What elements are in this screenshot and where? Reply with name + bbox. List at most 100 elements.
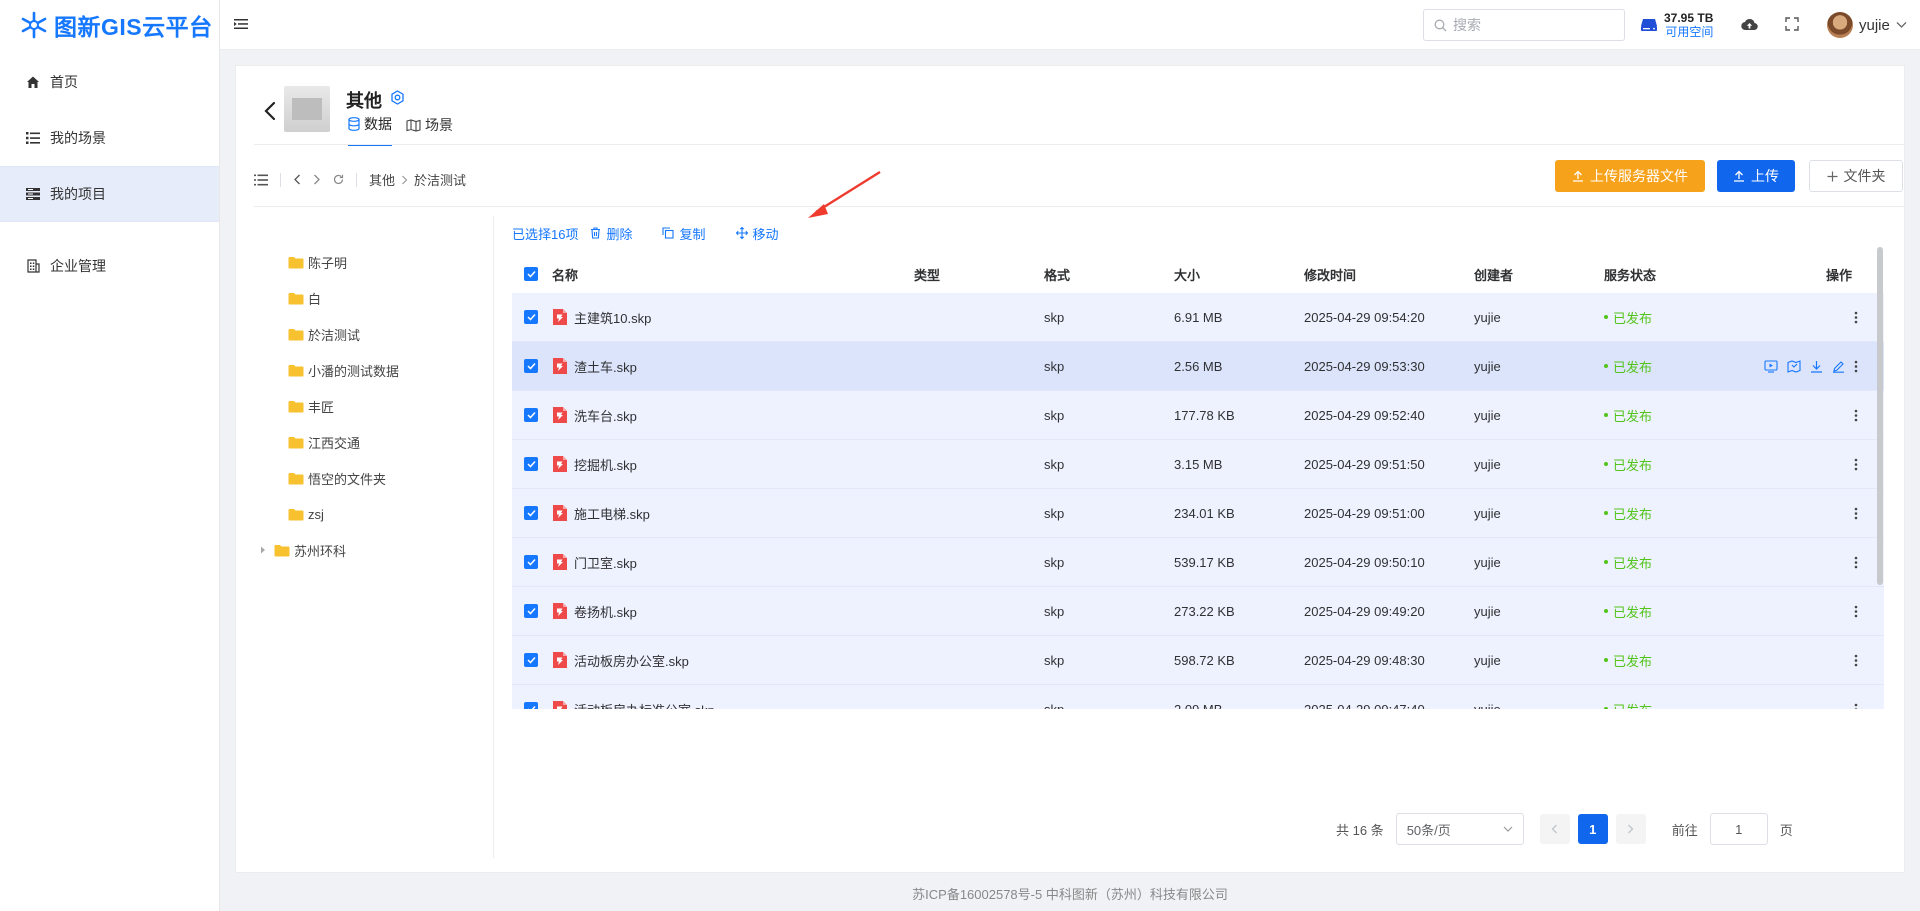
preview-icon[interactable]	[1764, 359, 1778, 373]
file-name-cell[interactable]: 活动板房办公室.skp	[552, 651, 914, 670]
gear-icon[interactable]	[390, 90, 405, 105]
footer-copyright: 苏ICP备16002578号-5 中科图新（苏州）科技有限公司	[912, 887, 1228, 902]
map-publish-icon[interactable]	[1787, 359, 1801, 373]
folder-icon	[288, 256, 304, 269]
folder-tree-item[interactable]: 丰匠	[274, 396, 334, 416]
more-icon[interactable]	[1854, 360, 1858, 373]
new-folder-button[interactable]: 文件夹	[1809, 160, 1903, 192]
file-name-cell[interactable]: 主建筑10.skp	[552, 308, 914, 327]
move-action[interactable]: 移动	[735, 224, 779, 243]
copy-action[interactable]: 复制	[662, 224, 706, 243]
sidebar-item-enterprise[interactable]: 企业管理	[0, 238, 219, 294]
upload-server-file-button[interactable]: 上传服务器文件	[1555, 160, 1705, 192]
table-row[interactable]: 卷扬机.skp skp 273.22 KB 2025-04-29 09:49:20 yu…	[512, 587, 1884, 636]
download-icon[interactable]	[1810, 360, 1823, 373]
table-header: 名称 类型 格式 大小 修改时间 创建者 服务状态 操作	[512, 255, 1884, 293]
row-checkbox[interactable]	[512, 555, 552, 569]
folder-tree-item[interactable]: zsj	[274, 504, 324, 524]
cloud-upload-icon[interactable]	[1741, 17, 1758, 32]
more-icon[interactable]	[1854, 458, 1858, 471]
refresh-icon[interactable]	[333, 174, 344, 185]
row-checkbox[interactable]	[512, 359, 552, 373]
sidebar-item-my-projects[interactable]: 我的项目	[0, 166, 219, 222]
folder-tree-item[interactable]: 陈子明	[274, 252, 347, 272]
logo[interactable]: 图新GIS云平台	[0, 0, 219, 50]
file-name-cell[interactable]: 卷扬机.skp	[552, 602, 914, 621]
file-format: skp	[1044, 309, 1065, 325]
folder-tree-item[interactable]: 小潘的测试数据	[274, 360, 399, 380]
table-row[interactable]: 门卫室.skp skp 539.17 KB 2025-04-29 09:50:10 yu…	[512, 538, 1884, 587]
row-checkbox[interactable]	[512, 653, 552, 667]
tab-data[interactable]: 数据	[348, 114, 392, 146]
caret-right-icon[interactable]	[260, 546, 270, 554]
file-name-cell[interactable]: 渣土车.skp	[552, 357, 914, 376]
menu-toggle-icon[interactable]	[234, 17, 248, 31]
status-dot-icon	[1604, 462, 1608, 466]
back-arrow-icon[interactable]	[264, 101, 276, 121]
file-name-cell[interactable]: 洗车台.skp	[552, 406, 914, 425]
tab-scenes[interactable]: 场景	[406, 114, 453, 146]
list-view-icon[interactable]	[254, 174, 268, 186]
goto-page-input[interactable]	[1709, 813, 1768, 845]
skp-file-icon	[552, 504, 568, 522]
table-row[interactable]: 施工电梯.skp skp 234.01 KB 2025-04-29 09:51:00 y…	[512, 489, 1884, 538]
more-icon[interactable]	[1854, 654, 1858, 667]
column-header-type[interactable]: 类型	[914, 265, 1044, 284]
table-row[interactable]: 挖掘机.skp skp 3.15 MB 2025-04-29 09:51:50 yuji…	[512, 440, 1884, 489]
file-name-cell[interactable]: 门卫室.skp	[552, 553, 914, 572]
row-checkbox[interactable]	[512, 408, 552, 422]
folder-tree-item[interactable]: 於洁测试	[274, 324, 360, 344]
next-page-button[interactable]	[1615, 814, 1646, 844]
upload-button[interactable]: 上传	[1717, 160, 1795, 192]
more-icon[interactable]	[1854, 507, 1858, 520]
row-checkbox[interactable]	[512, 457, 552, 471]
row-checkbox[interactable]	[512, 310, 552, 324]
table-row[interactable]: 主建筑10.skp skp 6.91 MB 2025-04-29 09:54:20 yu…	[512, 293, 1884, 342]
prev-page-button[interactable]	[1539, 814, 1570, 844]
breadcrumb-item[interactable]: 於洁测试	[414, 170, 466, 189]
table-scrollbar[interactable]	[1877, 239, 1883, 657]
folder-tree-item[interactable]: 苏州环科	[260, 540, 346, 560]
user-menu[interactable]: yujie	[1827, 12, 1907, 38]
table-row[interactable]: 渣土车.skp skp 2.56 MB 2025-04-29 09:53:30 yuji…	[512, 342, 1884, 391]
search-box[interactable]	[1423, 9, 1625, 41]
delete-action[interactable]: 删除	[590, 224, 632, 243]
sidebar-item-home[interactable]: 首页	[0, 54, 219, 110]
status-badge: 已发布	[1604, 651, 1734, 670]
folder-tree-item[interactable]: 江西交通	[274, 432, 360, 452]
more-icon[interactable]	[1854, 605, 1858, 618]
folder-tree-item[interactable]: 白	[274, 288, 321, 308]
file-name-cell[interactable]: 施工电梯.skp	[552, 504, 914, 523]
table-row[interactable]: 洗车台.skp skp 177.78 KB 2025-04-29 09:52:40 yu…	[512, 391, 1884, 440]
fullscreen-icon[interactable]	[1785, 17, 1799, 31]
column-header-name[interactable]: 名称	[552, 265, 914, 284]
file-name-cell[interactable]: 活动板房办标准公室.skp	[552, 700, 914, 709]
scrollbar-thumb[interactable]	[1877, 247, 1883, 585]
search-input[interactable]	[1453, 17, 1613, 33]
column-header-service-status[interactable]: 服务状态	[1604, 265, 1734, 284]
project-card: 其他 数据 场景 其他 於洁测试 上传服务器文件 上传 文件夹 陈子明 白 於洁…	[235, 65, 1905, 873]
sidebar-item-my-scenes[interactable]: 我的场景	[0, 110, 219, 166]
column-header-size[interactable]: 大小	[1174, 265, 1304, 284]
more-icon[interactable]	[1854, 311, 1858, 324]
column-header-format[interactable]: 格式	[1044, 265, 1174, 284]
breadcrumb-item[interactable]: 其他	[369, 170, 395, 189]
more-icon[interactable]	[1854, 409, 1858, 422]
more-icon[interactable]	[1854, 556, 1858, 569]
page-number-button[interactable]: 1	[1577, 814, 1608, 844]
page-size-select[interactable]: 50条/页	[1395, 813, 1524, 845]
chevron-left-icon[interactable]	[293, 174, 301, 185]
table-row[interactable]: 活动板房办标准公室.skp skp 2.09 MB 2025-04-29 09:47:…	[512, 685, 1884, 709]
column-header-creator[interactable]: 创建者	[1474, 265, 1604, 284]
select-all-checkbox[interactable]	[512, 267, 552, 281]
chevron-right-icon[interactable]	[313, 174, 321, 185]
row-checkbox[interactable]	[512, 604, 552, 618]
file-name-cell[interactable]: 挖掘机.skp	[552, 455, 914, 474]
folder-tree-item[interactable]: 悟空的文件夹	[274, 468, 386, 488]
column-header-modified-time[interactable]: 修改时间	[1304, 265, 1474, 284]
more-icon[interactable]	[1854, 703, 1858, 709]
edit-icon[interactable]	[1832, 360, 1845, 373]
row-checkbox[interactable]	[512, 702, 552, 709]
row-checkbox[interactable]	[512, 506, 552, 520]
table-row[interactable]: 活动板房办公室.skp skp 598.72 KB 2025-04-29 09:48:…	[512, 636, 1884, 685]
